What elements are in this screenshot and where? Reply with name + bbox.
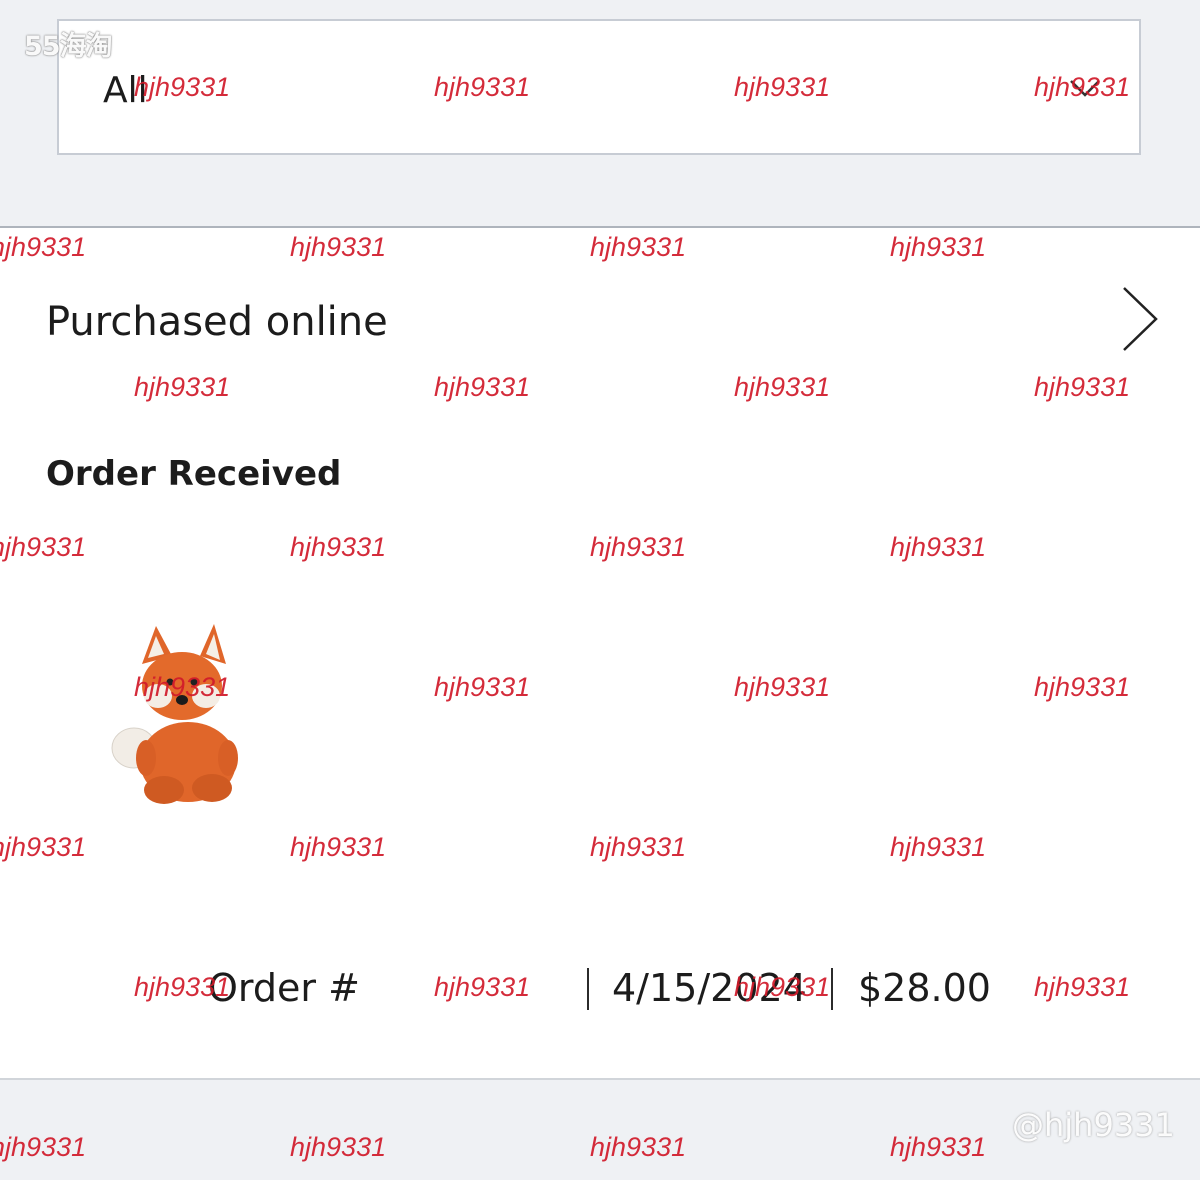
chevron-right-icon — [1123, 287, 1158, 351]
watermark-text: hjh9331 — [890, 1132, 987, 1162]
filter-selected-value: All — [103, 70, 148, 111]
purchased-online-row[interactable]: Purchased online — [0, 228, 1200, 418]
chevron-down-icon — [1070, 80, 1100, 97]
user-handle-watermark: @hjh9331 — [1012, 1106, 1175, 1144]
meta-divider — [587, 968, 589, 1010]
watermark-text: hjh9331 — [590, 1132, 687, 1162]
order-status-heading: Order Received — [46, 454, 342, 494]
product-image[interactable] — [100, 622, 260, 808]
watermark-text: hjh9331 — [290, 1132, 387, 1162]
watermark-text: hjh9331 — [0, 1132, 87, 1162]
purchase-channel-label: Purchased online — [46, 299, 388, 345]
order-total: $28.00 — [858, 966, 991, 1010]
order-card: Purchased online Order Received Order # … — [0, 226, 1200, 1080]
meta-divider — [831, 968, 833, 1010]
order-number-label: Order # — [208, 966, 360, 1010]
brand-watermark: 55海淘 — [24, 31, 113, 62]
order-date: 4/15/2024 — [612, 966, 807, 1010]
order-filter-select[interactable]: All — [57, 19, 1141, 155]
